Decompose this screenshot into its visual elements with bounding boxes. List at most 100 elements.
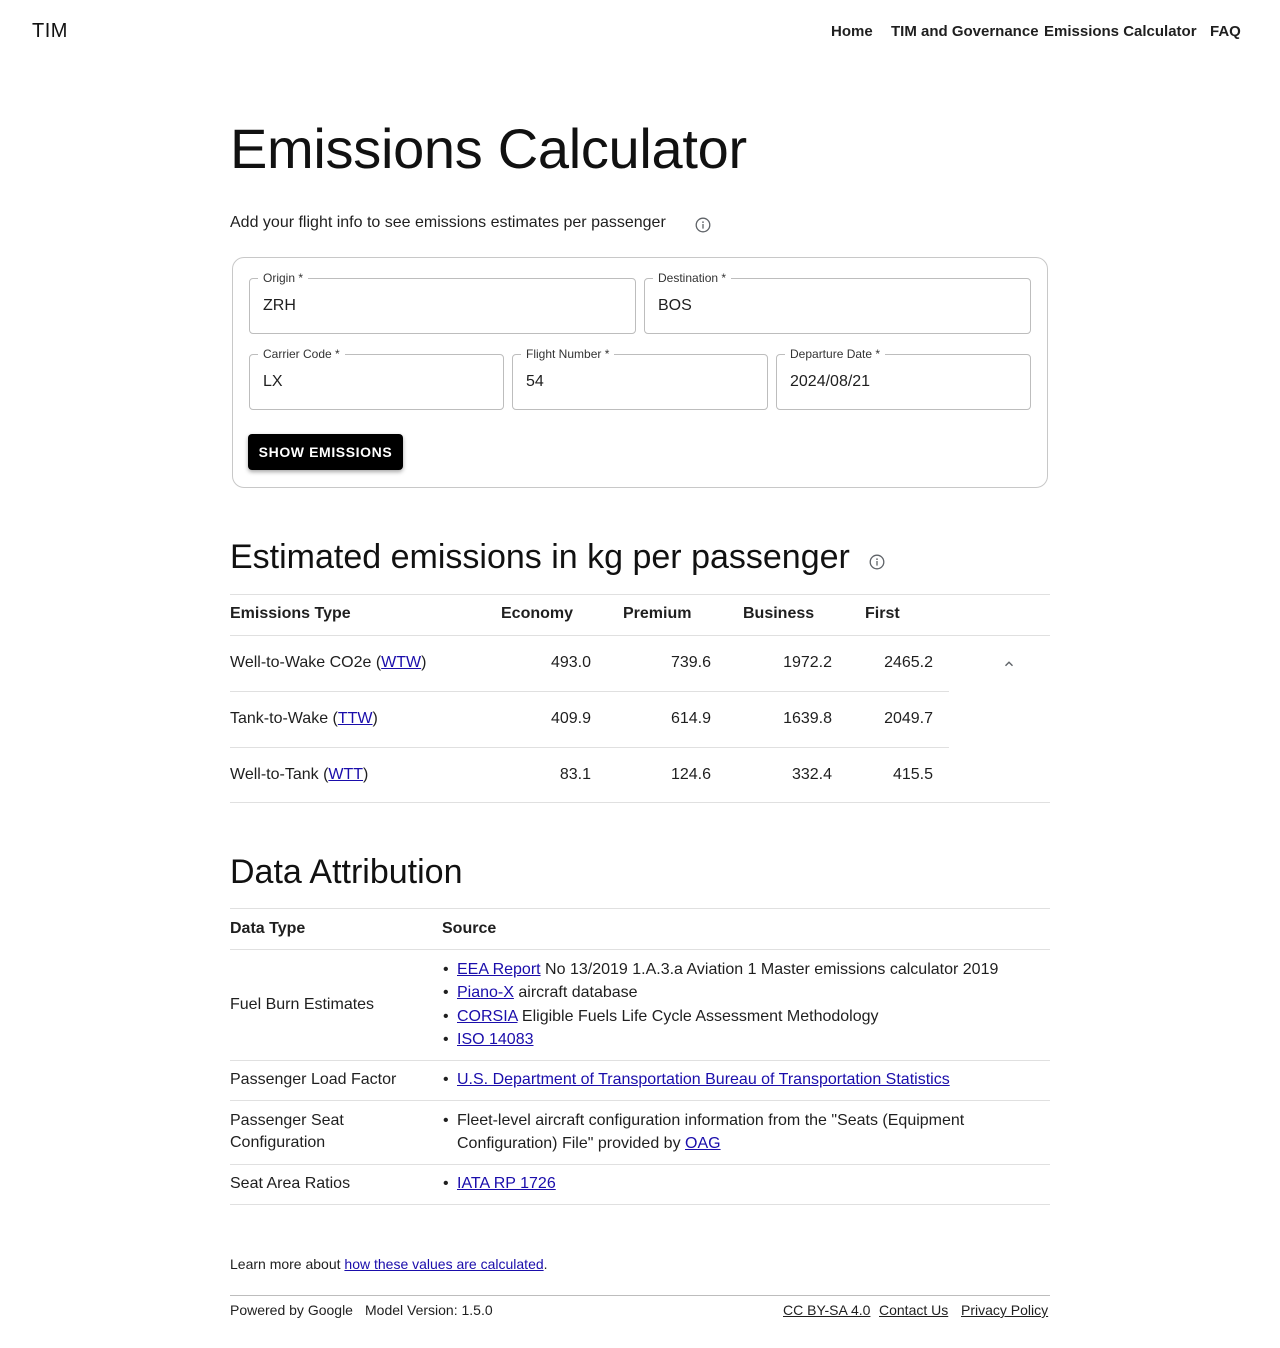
carrier-code-input[interactable]: [263, 371, 490, 393]
departure-date-field[interactable]: Departure Date *: [776, 346, 1031, 410]
data-type-seat-area-ratios: Seat Area Ratios: [230, 1175, 351, 1192]
privacy-policy-link[interactable]: Privacy Policy: [961, 1302, 1048, 1318]
source-text: No 13/2019 1.A.3.a Aviation 1 Master emi…: [540, 961, 999, 978]
source-item: U.S. Department of Transportation Bureau…: [442, 1068, 1042, 1092]
source-list-fuel-burn: EEA Report No 13/2019 1.A.3.a Aviation 1…: [442, 958, 1042, 1051]
column-header-business: Business: [743, 605, 815, 622]
origin-input[interactable]: [263, 295, 622, 317]
origin-field[interactable]: Origin *: [249, 270, 636, 334]
piano-x-link[interactable]: Piano-X: [457, 984, 514, 1001]
row-divider: [230, 1164, 1050, 1165]
cell-wtw-first: 2465.2: [884, 654, 933, 671]
cell-wtt-economy: 83.1: [559, 766, 591, 783]
cell-wtw-economy: 493.0: [550, 654, 591, 671]
carrier-code-label: Carrier Code *: [258, 346, 345, 362]
info-icon[interactable]: [869, 554, 885, 570]
table-divider: [230, 908, 1050, 909]
cell-wtw-premium: 739.6: [670, 654, 711, 671]
cell-wtt-business: 332.4: [791, 766, 832, 783]
row-label-text: Well-to-Tank (: [230, 766, 329, 783]
departure-date-label: Departure Date *: [785, 346, 886, 362]
footer-divider: [230, 1295, 1050, 1296]
data-type-fuel-burn: Fuel Burn Estimates: [230, 996, 375, 1013]
emissions-heading: Estimated emissions in kg per passenger: [230, 538, 850, 576]
learn-more-text: Learn more about how these values are ca…: [230, 1256, 548, 1272]
nav-home[interactable]: Home: [831, 23, 873, 40]
nav-emissions-calculator[interactable]: Emissions Calculator: [1044, 23, 1197, 40]
cell-wtw-business: 1972.2: [783, 654, 832, 671]
data-type-seat-configuration: Passenger Seat Configuration: [230, 1112, 344, 1151]
source-list-load-factor: U.S. Department of Transportation Bureau…: [442, 1068, 1042, 1092]
row-label-text: Tank-to-Wake (: [230, 710, 338, 727]
data-type-load-factor: Passenger Load Factor: [230, 1071, 397, 1088]
nav-faq[interactable]: FAQ: [1210, 23, 1241, 40]
table-divider: [230, 949, 1050, 950]
column-header-first: First: [865, 605, 900, 622]
row-label-suffix: ): [363, 766, 369, 783]
info-icon[interactable]: [695, 217, 711, 233]
row-label-suffix: ): [421, 654, 427, 671]
cell-wtt-premium: 124.6: [670, 766, 711, 783]
wtt-link[interactable]: WTT: [328, 766, 363, 783]
source-list-seat-configuration: Fleet-level aircraft configuration infor…: [442, 1109, 1042, 1156]
origin-label: Origin *: [258, 270, 309, 286]
model-version: Model Version: 1.5.0: [365, 1302, 493, 1318]
wtw-link[interactable]: WTW: [381, 654, 421, 671]
row-divider: [230, 747, 949, 748]
contact-us-link[interactable]: Contact Us: [879, 1302, 948, 1318]
row-divider: [230, 1060, 1050, 1061]
corsia-link[interactable]: CORSIA: [457, 1008, 517, 1025]
learn-more-prefix: Learn more about: [230, 1256, 345, 1272]
attribution-heading: Data Attribution: [230, 853, 463, 891]
destination-label: Destination *: [653, 270, 732, 286]
column-header-economy: Economy: [501, 605, 574, 622]
source-item: Fleet-level aircraft configuration infor…: [442, 1109, 1042, 1156]
column-header-emissions-type: Emissions Type: [230, 605, 351, 622]
table-divider: [230, 1204, 1050, 1205]
destination-field[interactable]: Destination *: [644, 270, 1031, 334]
source-text: Eligible Fuels Life Cycle Assessment Met…: [517, 1007, 879, 1025]
flight-number-field[interactable]: Flight Number *: [512, 346, 768, 410]
license-link[interactable]: CC BY-SA 4.0: [783, 1302, 870, 1318]
cell-ttw-economy: 409.9: [550, 710, 591, 727]
source-item: CORSIA Eligible Fuels Life Cycle Assessm…: [442, 1005, 1042, 1029]
source-item: EEA Report No 13/2019 1.A.3.a Aviation 1…: [442, 958, 1042, 982]
source-item: Piano-X aircraft database: [442, 981, 1042, 1005]
eea-report-link[interactable]: EEA Report: [457, 961, 541, 978]
show-emissions-button[interactable]: SHOW EMISSIONS: [248, 434, 403, 470]
oag-link[interactable]: OAG: [685, 1135, 721, 1152]
source-list-seat-area-ratios: IATA RP 1726: [442, 1172, 1042, 1196]
source-item: IATA RP 1726: [442, 1172, 1042, 1196]
emissions-row-label-ttw: Tank-to-Wake (TTW): [230, 710, 378, 728]
departure-date-input[interactable]: [790, 371, 1017, 393]
iso-14083-link[interactable]: ISO 14083: [457, 1031, 534, 1048]
powered-by-google: Powered by Google: [230, 1302, 353, 1318]
destination-input[interactable]: [658, 295, 1017, 317]
cell-ttw-business: 1639.8: [783, 710, 832, 727]
chevron-up-icon[interactable]: [1001, 656, 1017, 672]
top-nav-bar: TIM Home TIM and Governance Emissions Ca…: [0, 0, 1280, 64]
row-divider: [230, 691, 949, 692]
source-item: ISO 14083: [442, 1028, 1042, 1052]
column-header-premium: Premium: [623, 605, 692, 622]
table-divider: [230, 594, 1050, 595]
column-header-source: Source: [442, 920, 497, 937]
row-label-text: Well-to-Wake CO2e (: [230, 654, 382, 671]
learn-more-suffix: .: [543, 1256, 548, 1272]
table-divider: [230, 802, 1050, 803]
cell-wtt-first: 415.5: [892, 766, 933, 783]
column-header-data-type: Data Type: [230, 920, 306, 937]
cell-ttw-first: 2049.7: [884, 710, 933, 727]
brand-logo[interactable]: TIM: [32, 20, 68, 43]
dot-bts-link[interactable]: U.S. Department of Transportation Bureau…: [457, 1071, 950, 1088]
iata-rp-1726-link[interactable]: IATA RP 1726: [457, 1175, 556, 1192]
cell-ttw-premium: 614.9: [670, 710, 711, 727]
carrier-code-field[interactable]: Carrier Code *: [249, 346, 504, 410]
flight-number-input[interactable]: [526, 371, 754, 393]
how-calculated-link[interactable]: how these values are calculated: [344, 1256, 543, 1272]
page-subtitle: Add your flight info to see emissions es…: [230, 214, 666, 231]
row-label-suffix: ): [372, 710, 378, 727]
ttw-link[interactable]: TTW: [338, 710, 373, 727]
nav-tim-governance[interactable]: TIM and Governance: [891, 23, 1039, 40]
page-title: Emissions Calculator: [230, 117, 747, 180]
